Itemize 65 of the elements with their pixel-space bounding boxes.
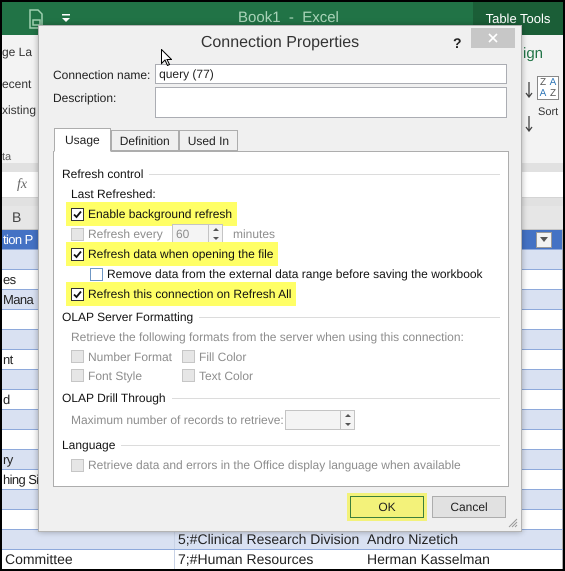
text-area[interactable] bbox=[155, 87, 507, 118]
close-icon bbox=[488, 33, 498, 43]
checkbox-label: Font Style bbox=[88, 368, 142, 384]
field-label: Description: bbox=[53, 90, 118, 107]
dialog-button[interactable]: Cancel bbox=[432, 496, 506, 518]
checkbox[interactable] bbox=[71, 248, 84, 260]
table-cell-text: 7;#Human Resources bbox=[178, 550, 314, 569]
table-cell-text: Mana bbox=[3, 290, 34, 309]
tab[interactable]: Used In bbox=[178, 130, 238, 151]
function-label[interactable]: fx bbox=[17, 174, 28, 195]
field-value: 60 bbox=[175, 226, 190, 243]
sort-icon[interactable]: Z A A Z bbox=[537, 76, 559, 100]
filter-button[interactable] bbox=[536, 232, 552, 248]
section-heading: OLAP Drill Through bbox=[62, 390, 166, 407]
section-text: Last Refreshed: bbox=[71, 186, 156, 203]
table-cell-text: nt bbox=[3, 350, 13, 369]
tab[interactable]: Usage bbox=[54, 128, 111, 152]
checkbox-label: Refresh data when opening the file bbox=[88, 246, 274, 263]
table-cell-text: d bbox=[3, 390, 10, 409]
table-cell-text: es bbox=[3, 270, 16, 289]
table-cell-text: Committee bbox=[4, 550, 73, 569]
section-heading: Language bbox=[62, 437, 116, 454]
ribbon-label[interactable]: ta bbox=[2, 149, 12, 163]
table-cell-text: tion P bbox=[3, 230, 33, 249]
field-label: Connection name: bbox=[53, 67, 152, 84]
checkbox-label: Retrieve data and errors in the Office display language when available bbox=[88, 457, 461, 474]
document-icon bbox=[28, 8, 44, 28]
ribbon-label[interactable]: ecent bbox=[2, 75, 32, 93]
input-field[interactable]: query (77) bbox=[155, 64, 507, 84]
table-cell-text: Herman Kasselman bbox=[367, 550, 490, 569]
checkbox[interactable] bbox=[90, 268, 103, 280]
checkbox-label: Fill Color bbox=[199, 348, 246, 366]
checkbox-label: Remove data from the external data range before saving the workbook bbox=[107, 266, 483, 283]
ribbon-label[interactable]: ge La bbox=[2, 43, 32, 61]
checkbox-label: Refresh every bbox=[88, 226, 163, 243]
ribbon-tab[interactable]: ign bbox=[523, 43, 544, 66]
column-header[interactable]: B bbox=[12, 207, 22, 228]
ribbon-label[interactable]: xisting bbox=[2, 101, 36, 119]
checkbox-label: Enable background refresh bbox=[88, 206, 232, 223]
mouse-pointer-icon bbox=[161, 49, 172, 66]
resize-grip-icon bbox=[508, 518, 518, 528]
help-button[interactable]: ? bbox=[453, 33, 462, 54]
checkbox-label: Text Color bbox=[199, 368, 254, 384]
sort-label: Sort bbox=[538, 104, 558, 120]
tab[interactable]: Definition bbox=[110, 130, 179, 151]
table-cell-text: Andro Nizetich bbox=[367, 530, 458, 549]
customize-menu-icon bbox=[62, 14, 70, 23]
dialog-button[interactable]: OK bbox=[350, 496, 424, 518]
section-text: Retrieve the following formats from the server when using this connection: bbox=[71, 329, 464, 346]
down-arrow-icon bbox=[525, 82, 533, 98]
close-button[interactable] bbox=[471, 28, 515, 48]
dialog-title: Connection Properties bbox=[200, 33, 360, 53]
table-cell-text: 5;#Clinical Research Division bbox=[178, 530, 360, 549]
checkbox-label: Refresh this connection on Refresh All bbox=[88, 286, 292, 303]
caret-icon bbox=[540, 237, 548, 242]
section-heading: Refresh control bbox=[62, 166, 144, 183]
down-arrow-icon bbox=[525, 116, 533, 132]
section-heading: OLAP Server Formatting bbox=[62, 309, 194, 326]
window-title: Book1 - Excel bbox=[237, 8, 340, 28]
field-label: Maximum number of records to retrieve: bbox=[71, 412, 285, 429]
checkbox-label: Number Format bbox=[88, 348, 172, 366]
checkbox[interactable] bbox=[71, 208, 84, 220]
table-cell-text: ry bbox=[3, 450, 13, 469]
checkbox[interactable] bbox=[71, 288, 84, 300]
unit-label: minutes bbox=[233, 226, 276, 243]
